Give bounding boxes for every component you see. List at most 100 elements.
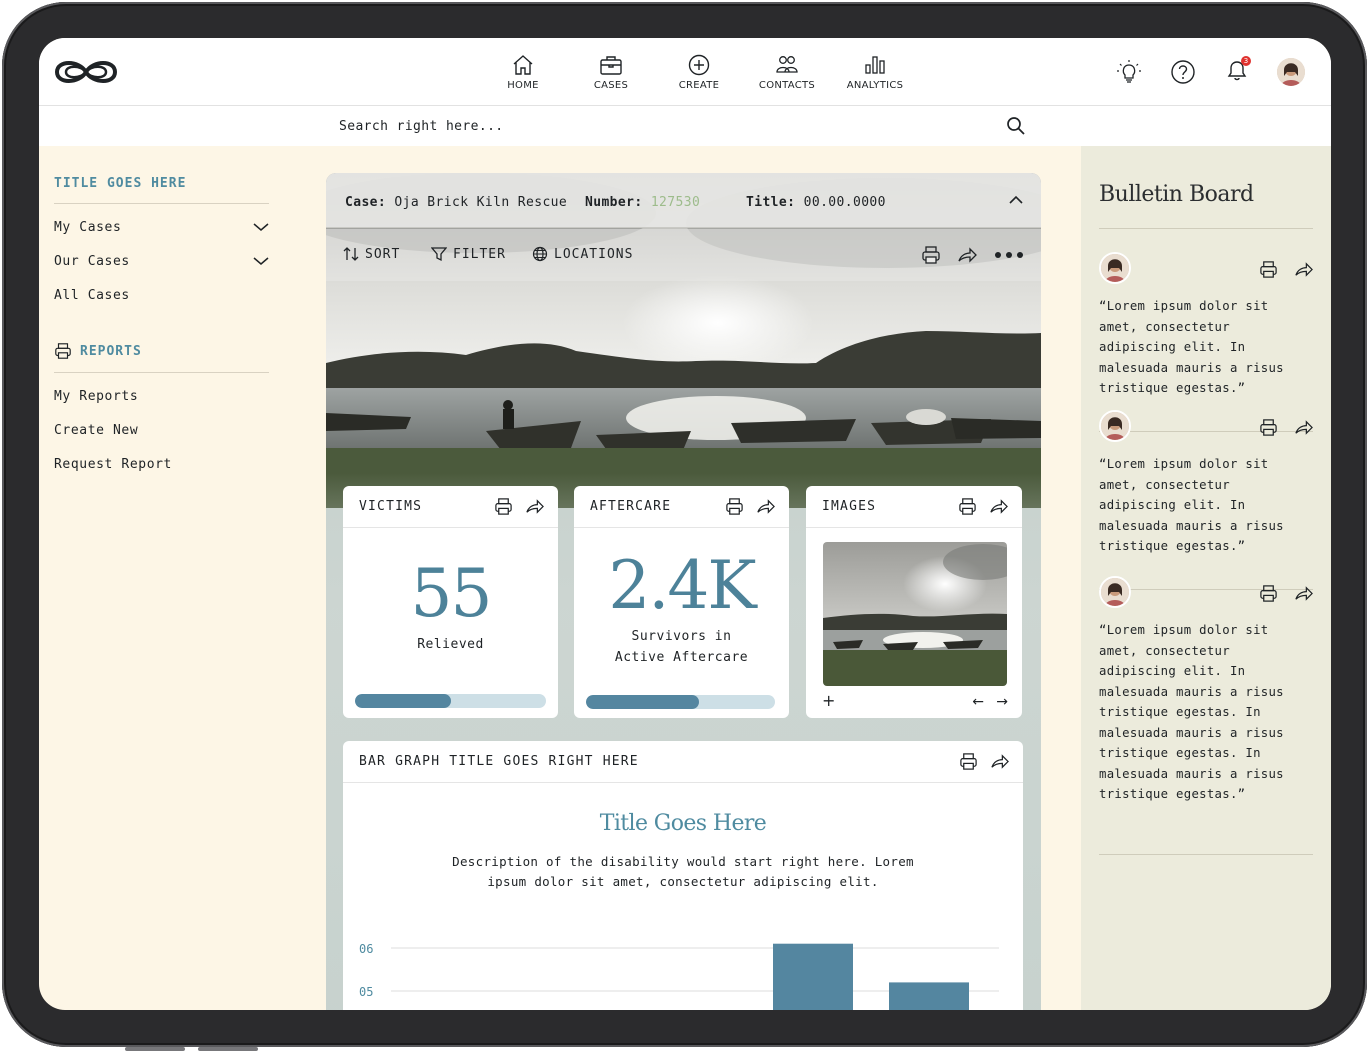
avatar[interactable]	[1099, 576, 1131, 608]
aftercare-card: AFTERCARE 2.4K Survivors in Active After…	[574, 486, 789, 718]
bulletin-title: Bulletin Board	[1099, 182, 1254, 207]
locations-button[interactable]: LOCATIONS	[532, 246, 633, 262]
app-screen: HOME CASES CREATE CONTACTS ANALYTICS 3 S…	[39, 38, 1331, 1010]
bulletin-post: “Lorem ipsum dolor sit amet, consectetur…	[1099, 410, 1313, 557]
reports-list: My Reports Create New Request Report	[54, 379, 269, 481]
briefcase-icon	[600, 56, 622, 75]
share-icon[interactable]	[756, 497, 775, 516]
lightbulb-icon[interactable]	[1115, 58, 1143, 86]
printer-icon[interactable]	[725, 497, 744, 516]
more-icon[interactable]	[993, 245, 1025, 265]
locations-label: LOCATIONS	[554, 246, 634, 262]
aftercare-subtitle-line2: Active Aftercare	[614, 650, 749, 665]
sidebar-item-label: Request Report	[54, 456, 172, 472]
sort-icon	[343, 247, 359, 261]
nav-label: CASES	[593, 80, 629, 91]
filter-button[interactable]: FILTER	[431, 246, 506, 262]
nav-contacts[interactable]: CONTACTS	[743, 52, 831, 91]
left-sidebar: TITLE GOES HERE My Cases Our Cases All C…	[54, 146, 269, 481]
victims-subtitle: Relieved	[417, 637, 484, 652]
images-card: IMAGES + ← →	[806, 486, 1022, 718]
plus-circle-icon	[688, 54, 710, 76]
chevron-down-icon	[253, 257, 269, 265]
nav-label: CONTACTS	[758, 80, 816, 91]
chart-title: Title Goes Here	[599, 811, 767, 836]
case-number-field: Number: 127530	[585, 195, 701, 210]
search-bar	[39, 106, 1331, 146]
card-title: VICTIMS	[359, 499, 423, 514]
share-icon[interactable]	[525, 497, 544, 516]
nav-create[interactable]: CREATE	[655, 52, 743, 91]
nav-label: HOME	[507, 80, 539, 91]
printer-icon[interactable]	[959, 752, 978, 771]
sidebar-item-all-cases[interactable]: All Cases	[54, 278, 269, 312]
reports-section: REPORTS My Reports Create New Request Re…	[54, 342, 269, 481]
bulletin-board: Bulletin Board “Lorem ipsum dolor sit am…	[1081, 146, 1331, 1010]
card-actions	[725, 497, 775, 516]
card-header: AFTERCARE	[574, 486, 789, 528]
bulletin-post: “Lorem ipsum dolor sit amet, consectetur…	[1099, 252, 1313, 399]
victims-count: 55	[410, 555, 493, 632]
next-image-button[interactable]: →	[996, 694, 1008, 710]
sidebar-item-my-reports[interactable]: My Reports	[54, 379, 269, 413]
printer-icon[interactable]	[1259, 418, 1278, 437]
bar-chart-icon	[865, 56, 885, 74]
share-icon[interactable]	[957, 245, 977, 265]
printer-icon[interactable]	[921, 245, 941, 265]
case-name: Oja Brick Kiln Rescue	[394, 195, 568, 210]
add-image-button[interactable]: +	[822, 691, 835, 710]
main-nav: HOME CASES CREATE CONTACTS ANALYTICS	[479, 52, 919, 91]
top-actions: 3	[1115, 56, 1305, 88]
share-icon[interactable]	[1294, 584, 1313, 603]
user-avatar[interactable]	[1277, 58, 1305, 86]
share-icon[interactable]	[989, 497, 1008, 516]
card-actions	[958, 497, 1008, 516]
search-icon[interactable]	[1005, 115, 1027, 137]
infinity-logo-icon[interactable]	[53, 54, 119, 94]
chevron-up-icon[interactable]	[1007, 191, 1025, 209]
nav-cases[interactable]: CASES	[567, 52, 655, 91]
post-text: “Lorem ipsum dolor sit amet, consectetur…	[1099, 623, 1284, 801]
share-icon[interactable]	[990, 752, 1009, 771]
search-input[interactable]	[339, 114, 999, 138]
card-title: AFTERCARE	[590, 499, 672, 514]
top-navigation: HOME CASES CREATE CONTACTS ANALYTICS 3	[39, 38, 1331, 106]
aftercare-count: 2.4K	[608, 547, 756, 624]
post-text: “Lorem ipsum dolor sit amet, consectetur…	[1099, 299, 1284, 395]
post-actions	[1259, 584, 1313, 603]
avatar[interactable]	[1099, 410, 1131, 442]
progress-fill	[586, 695, 700, 709]
printer-icon	[55, 343, 71, 359]
sort-button[interactable]: SORT	[343, 246, 400, 262]
filter-icon	[431, 247, 447, 262]
divider	[1099, 228, 1313, 229]
sidebar-item-request-report[interactable]: Request Report	[54, 447, 269, 481]
nav-home[interactable]: HOME	[479, 52, 567, 91]
gallery-image[interactable]	[823, 542, 1007, 686]
progress-fill	[355, 694, 451, 708]
y-tick-label: 05	[359, 985, 373, 999]
sidebar-item-create-new[interactable]: Create New	[54, 413, 269, 447]
case-toolbar: SORT FILTER LOCATIONS	[326, 229, 1041, 281]
printer-icon[interactable]	[958, 497, 977, 516]
case-number: 127530	[650, 195, 701, 210]
sidebar-item-our-cases[interactable]: Our Cases	[54, 244, 269, 278]
victims-progress	[355, 694, 546, 708]
sidebar-item-label: Our Cases	[54, 253, 130, 269]
avatar[interactable]	[1099, 252, 1131, 284]
help-icon[interactable]	[1169, 58, 1197, 86]
divider	[1099, 854, 1313, 855]
prev-image-button[interactable]: ←	[972, 694, 984, 710]
printer-icon[interactable]	[494, 497, 513, 516]
notifications-button[interactable]: 3	[1223, 56, 1251, 88]
printer-icon[interactable]	[1259, 584, 1278, 603]
sidebar-section-title: TITLE GOES HERE	[54, 176, 269, 204]
sidebar-item-my-cases[interactable]: My Cases	[54, 210, 269, 244]
share-icon[interactable]	[1294, 418, 1313, 437]
nav-analytics[interactable]: ANALYTICS	[831, 52, 919, 91]
aftercare-progress	[586, 695, 775, 709]
cases-list: My Cases Our Cases All Cases	[54, 210, 269, 312]
share-icon[interactable]	[1294, 260, 1313, 279]
printer-icon[interactable]	[1259, 260, 1278, 279]
chevron-down-icon	[253, 223, 269, 231]
